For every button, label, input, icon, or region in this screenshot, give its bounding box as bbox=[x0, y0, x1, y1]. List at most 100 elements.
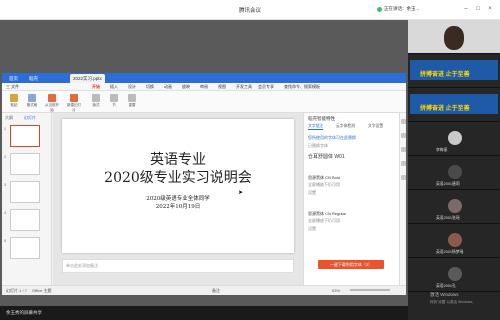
participant-list: 拼搏奋进 止于至善 拼搏奋进 止于至善 李梅丽 英语2001唐莉 英语2001张… bbox=[408, 20, 500, 320]
menu-review[interactable]: 审阅 bbox=[200, 84, 208, 90]
close-icon[interactable]: × bbox=[486, 5, 494, 13]
font-item[interactable]: 仓耳舒圆体 W01 bbox=[308, 153, 396, 160]
layout-icon bbox=[92, 94, 100, 102]
activation-watermark: 激活 Windows bbox=[430, 292, 459, 297]
menu-slideshow[interactable]: 放映 bbox=[182, 84, 190, 90]
font-item-note: 全屏播放下仍可用 bbox=[308, 218, 340, 223]
avatar bbox=[448, 165, 462, 179]
layout-button[interactable]: 版式 bbox=[88, 93, 104, 111]
slide-thumbnail[interactable] bbox=[10, 181, 40, 203]
page-indicator: 幻灯片 1 / 7 bbox=[6, 288, 27, 293]
section-button[interactable]: 节 bbox=[106, 93, 122, 111]
avatar bbox=[448, 131, 462, 145]
tab-docer[interactable]: 稻壳 bbox=[26, 74, 41, 83]
minimize-icon[interactable]: – bbox=[462, 5, 470, 13]
slide-thumbnail[interactable] bbox=[10, 237, 40, 259]
panel-tab[interactable]: 文字设置 bbox=[368, 124, 383, 129]
tab-document[interactable]: 2022实习.pptx bbox=[70, 74, 105, 83]
menu-design[interactable]: 设计 bbox=[128, 84, 136, 90]
banner-image: 拼搏奋进 止于至善 bbox=[410, 94, 498, 114]
menu-file[interactable]: 三 文件 bbox=[6, 84, 19, 90]
notes-field[interactable]: 单击此处添加备注 bbox=[62, 259, 294, 273]
theme-label: Office 主题 bbox=[32, 288, 52, 293]
participant-video[interactable]: 英语2001唐莉 bbox=[408, 156, 500, 190]
participant-video[interactable]: 英语2001张瑶 bbox=[408, 190, 500, 224]
menu-view[interactable]: 视图 bbox=[218, 84, 226, 90]
notes-toggle[interactable]: 备注 bbox=[212, 288, 220, 294]
app-title: 腾讯会议 bbox=[238, 8, 261, 14]
participant-video[interactable] bbox=[408, 20, 500, 54]
paste-icon bbox=[10, 94, 18, 102]
meeting-bottom-bar: 余玉秀的屏幕共享 bbox=[0, 306, 408, 320]
font-item-note: 全屏播放下仍可用 bbox=[308, 182, 340, 187]
slide-title-line1: 英语专业 bbox=[150, 152, 206, 168]
font-panel: 稻壳智能特性 文字批注 云字体检测 文字设置 您所使用的字体可在此替换 已替换字… bbox=[303, 113, 399, 285]
slide-date: 2022年10月19日 bbox=[155, 204, 201, 210]
section-icon bbox=[110, 94, 118, 102]
font-item[interactable]: 思源黑体 CN Regular bbox=[308, 211, 396, 217]
maximize-icon[interactable]: □ bbox=[474, 5, 482, 13]
cursor-icon: ➤ bbox=[238, 190, 244, 196]
slides-tab[interactable]: 幻灯片 bbox=[24, 115, 36, 121]
font-set-link[interactable]: 设置 bbox=[308, 226, 396, 232]
tool-icon[interactable] bbox=[401, 175, 406, 180]
slide-thumbnail[interactable] bbox=[10, 209, 40, 231]
command-search[interactable]: 查找命令、搜索模板 bbox=[284, 84, 320, 90]
panel-hint: 您所使用的字体可在此替换 bbox=[308, 135, 356, 140]
menu-animation[interactable]: 动画 bbox=[164, 84, 172, 90]
wps-tab-bar: 首页 稻壳 2022实习.pptx bbox=[2, 73, 406, 83]
slide-thumbnail[interactable] bbox=[10, 125, 40, 147]
reset-icon bbox=[128, 94, 136, 102]
participant-video[interactable]: 李梅丽 bbox=[408, 122, 500, 156]
tab-home[interactable]: 首页 bbox=[6, 74, 21, 83]
menu-transition[interactable]: 切换 bbox=[146, 84, 154, 90]
new-slide-button[interactable]: 新建幻灯片 bbox=[66, 93, 82, 112]
play-from-current-button[interactable]: 从当前开始 bbox=[44, 93, 60, 112]
tool-icon[interactable] bbox=[401, 161, 406, 166]
current-slide[interactable]: 英语专业 2020级专业实习说明会 2020级英语专业全体同学 2022年10月… bbox=[62, 119, 294, 253]
participant-video[interactable]: 英语2001孔 bbox=[408, 258, 500, 292]
banner-image: 拼搏奋进 止于至善 bbox=[410, 60, 498, 80]
speaking-indicator-icon bbox=[377, 7, 382, 12]
slide-subtitle: 2020级英语专业全体同学 bbox=[146, 196, 210, 202]
paste-button[interactable]: 粘贴 bbox=[6, 93, 22, 111]
menu-home[interactable]: 开始 bbox=[92, 84, 100, 90]
zoom-slider[interactable] bbox=[350, 289, 390, 291]
avatar bbox=[448, 233, 462, 247]
brush-icon bbox=[28, 94, 36, 102]
menu-bar: 三 文件 开始 插入 设计 切换 动画 放映 审阅 视图 开发工具 会员专享 查… bbox=[2, 83, 406, 91]
share-owner-label: 余玉秀的屏幕共享 bbox=[6, 310, 42, 315]
panel-section: 已替换字体 bbox=[308, 143, 328, 148]
panel-tab[interactable]: 文字批注 bbox=[308, 124, 324, 130]
participant-name: 英语2001杨梦瑶 bbox=[436, 250, 464, 254]
tool-icon[interactable] bbox=[401, 133, 406, 138]
avatar bbox=[448, 199, 462, 213]
format-painter-button[interactable]: 格式刷 bbox=[24, 93, 40, 111]
panel-tab[interactable]: 云字体检测 bbox=[336, 124, 355, 129]
play-icon bbox=[48, 94, 56, 102]
participant-name: 英语2001张瑶 bbox=[436, 216, 460, 220]
wps-window: 首页 稻壳 2022实习.pptx 三 文件 开始 插入 设计 切换 动画 放映… bbox=[2, 73, 406, 295]
thumb-number: 2 bbox=[4, 155, 6, 159]
tool-icon[interactable] bbox=[401, 147, 406, 152]
menu-insert[interactable]: 插入 bbox=[110, 84, 118, 90]
menu-developer[interactable]: 开发工具 bbox=[236, 84, 252, 90]
participant-video[interactable]: 拼搏奋进 止于至善 bbox=[408, 88, 500, 122]
activation-watermark-sub: 转到"设置"以激活 Windows。 bbox=[430, 300, 476, 304]
tool-icon[interactable] bbox=[401, 119, 406, 124]
font-set-link[interactable]: 设置 bbox=[308, 190, 396, 196]
menu-member[interactable]: 会员专享 bbox=[258, 84, 274, 90]
person-icon bbox=[444, 26, 464, 50]
participant-name: 英语2001唐莉 bbox=[436, 182, 460, 186]
participant-video[interactable]: 英语2001杨梦瑶 bbox=[408, 224, 500, 258]
meeting-title-bar: 腾讯会议 正在讲话：余玉... – □ × bbox=[0, 0, 500, 20]
outline-tab[interactable]: 大纲 bbox=[5, 115, 13, 121]
participant-video[interactable]: 拼搏奋进 止于至善 bbox=[408, 54, 500, 88]
zoom-level[interactable]: 63% bbox=[332, 288, 340, 293]
slide-thumbnail[interactable] bbox=[10, 153, 40, 175]
font-item[interactable]: 思源黑体 CN Bold bbox=[308, 175, 396, 181]
reset-button[interactable]: 重置 bbox=[124, 93, 140, 111]
avatar bbox=[448, 267, 462, 281]
download-fonts-button[interactable]: 一键下载利用字体（3） bbox=[318, 260, 384, 269]
slide-thumbnail-pane: 大纲 幻灯片 1 2 3 4 5 bbox=[2, 113, 52, 285]
